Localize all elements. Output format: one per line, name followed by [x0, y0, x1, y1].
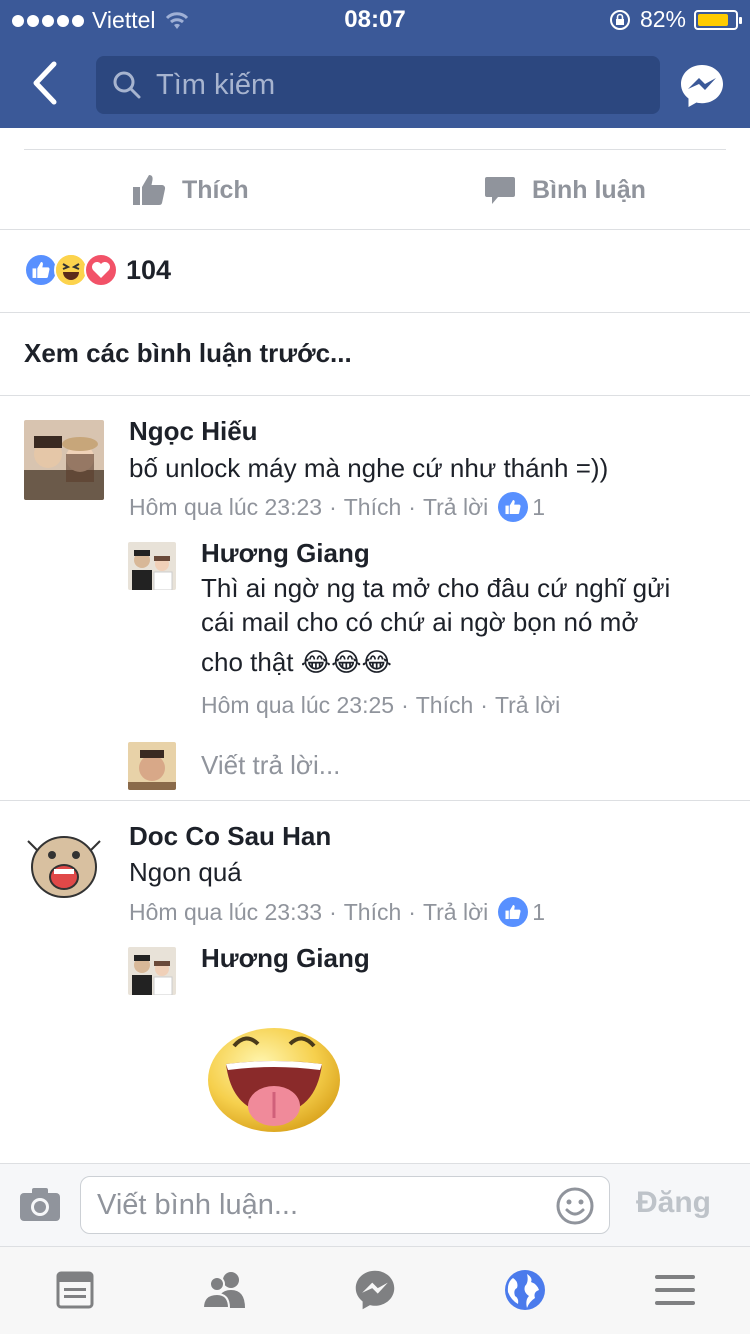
- comment-like-count: 1: [532, 898, 546, 925]
- avatar[interactable]: [128, 542, 176, 590]
- comment-like-link[interactable]: Thích: [344, 899, 402, 926]
- comment-label: Bình luận: [532, 175, 646, 204]
- smiley-icon: [556, 1187, 594, 1225]
- divider: [0, 312, 750, 313]
- reaction-count: 104: [126, 254, 172, 285]
- back-button[interactable]: [26, 60, 66, 110]
- view-previous-comments-link[interactable]: Xem các bình luận trước...: [24, 338, 352, 369]
- thumbs-up-icon: [133, 175, 166, 205]
- comment-author[interactable]: Doc Co Sau Han: [129, 821, 331, 852]
- write-reply-input[interactable]: Viết trả lời...: [201, 750, 340, 781]
- comment-reply-link[interactable]: Trả lời: [423, 899, 488, 926]
- comment-timestamp: Hôm qua lúc 23:23: [129, 493, 323, 520]
- comment-meta: Hôm qua lúc 23:33 · Thích · Trả lời 1: [129, 897, 545, 927]
- like-badge-icon: [498, 492, 529, 522]
- divider: [0, 800, 750, 801]
- comment-input[interactable]: Viết bình luận...: [80, 1176, 610, 1234]
- haha-reaction-icon: [54, 253, 88, 287]
- comment-timestamp: Hôm qua lúc 23:33: [129, 898, 323, 925]
- comment-like-link[interactable]: Thích: [344, 494, 402, 521]
- battery-icon: [694, 9, 742, 30]
- reply-author[interactable]: Hương Giang: [201, 943, 370, 974]
- messenger-icon: [355, 1270, 395, 1310]
- like-label: Thích: [182, 175, 249, 204]
- reply-like-link[interactable]: Thích: [416, 692, 474, 719]
- tab-menu[interactable]: [650, 1265, 700, 1315]
- reply-timestamp: Hôm qua lúc 23:25: [201, 692, 395, 718]
- comment-bubble-icon: [485, 177, 515, 204]
- rotation-lock-icon: [609, 9, 630, 30]
- comment-text: bố unlock máy mà nghe cứ như thánh =)): [129, 453, 609, 483]
- avatar[interactable]: [24, 420, 104, 500]
- battery-percent: 82%: [639, 6, 686, 32]
- post-button[interactable]: Đăng: [636, 1186, 711, 1220]
- menu-icon: [655, 1275, 695, 1305]
- tab-messenger[interactable]: [350, 1265, 400, 1315]
- divider: [24, 149, 726, 150]
- like-button[interactable]: Thích: [132, 168, 249, 212]
- divider: [0, 395, 750, 396]
- comment-button[interactable]: Bình luận: [484, 168, 646, 212]
- reactions-summary[interactable]: 104: [24, 253, 171, 287]
- messenger-icon: [681, 65, 723, 107]
- tongue-out-sticker: [204, 1010, 344, 1134]
- reply-meta: Hôm qua lúc 23:25 · Thích · Trả lời: [201, 692, 561, 719]
- chevron-left-icon: [33, 61, 57, 105]
- friends-icon: [201, 1272, 245, 1309]
- current-user-avatar: [128, 742, 176, 790]
- reply-reply-link[interactable]: Trả lời: [495, 692, 560, 719]
- reply-text-line: cái mail cho có chứ ai ngờ bọn nó mở: [201, 607, 639, 637]
- divider: [0, 229, 750, 230]
- news-feed-icon: [56, 1271, 94, 1309]
- tab-news-feed[interactable]: [50, 1265, 100, 1315]
- comment-input-placeholder: Viết bình luận...: [97, 1188, 299, 1221]
- messenger-button[interactable]: [678, 62, 726, 110]
- camera-button[interactable]: [18, 1182, 62, 1226]
- avatar[interactable]: [128, 947, 176, 995]
- search-placeholder: Tìm kiếm: [156, 68, 276, 101]
- comment-like-count: 1: [532, 493, 546, 520]
- search-input[interactable]: Tìm kiếm: [96, 56, 660, 114]
- camera-icon: [20, 1188, 60, 1221]
- reply-author[interactable]: Hương Giang: [201, 538, 370, 569]
- comment-author[interactable]: Ngọc Hiếu: [129, 416, 258, 447]
- reply-text-line: cho thật 😂😂😂: [201, 647, 392, 677]
- avatar[interactable]: [24, 825, 104, 905]
- comment-text: Ngon quá: [129, 857, 242, 887]
- tab-bar: [0, 1246, 750, 1334]
- comment-reply-link[interactable]: Trả lời: [423, 494, 488, 521]
- tab-notifications[interactable]: [500, 1265, 550, 1315]
- comment-composer: Viết bình luận... Đăng: [0, 1163, 750, 1246]
- love-reaction-icon: [84, 253, 118, 287]
- comment-meta: Hôm qua lúc 23:23 · Thích · Trả lời 1: [129, 492, 545, 522]
- like-badge-icon: [498, 897, 529, 927]
- like-reaction-icon: [24, 253, 58, 287]
- tab-friends[interactable]: [200, 1265, 250, 1315]
- globe-icon: [505, 1270, 545, 1310]
- status-bar: Viettel 08:07 82%: [0, 0, 750, 40]
- top-bar: Viettel 08:07 82% Tìm kiếm: [0, 0, 750, 128]
- search-icon: [112, 70, 142, 100]
- emoji-button[interactable]: [555, 1186, 595, 1226]
